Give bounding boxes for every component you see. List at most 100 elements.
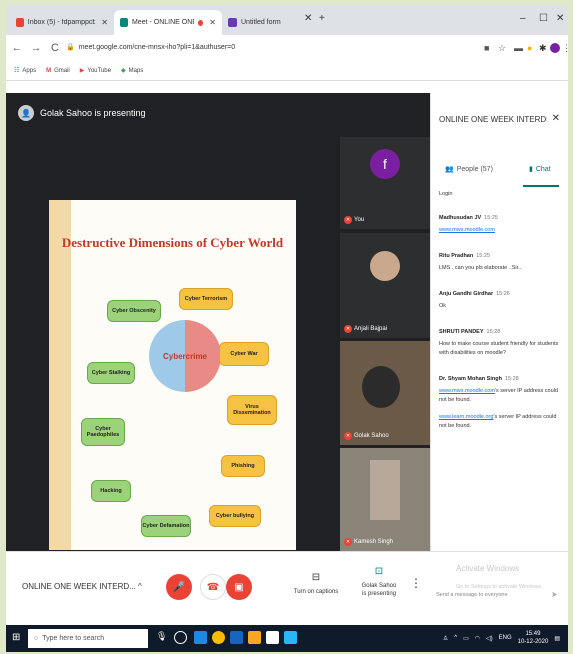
message-author: Ritu Pradhan [439,253,474,259]
tab-meet[interactable]: Meet - ONLINE ONE WEEK ✕ [114,10,222,35]
panel-title: ONLINE ONE WEEK INTERDISCIP... [439,115,547,124]
node-hacking: Hacking [91,480,131,502]
tab-gmail[interactable]: Inbox (5) - fdpamppcbhu@gmail ✕ [10,10,114,35]
recording-icon [197,19,204,26]
windows-start-icon[interactable]: ⊞ [12,632,20,643]
bookmark-maps[interactable]: ◆ Maps [121,67,143,75]
profile-avatar[interactable] [550,43,560,53]
back-icon[interactable]: ← [9,42,25,54]
new-tab-button[interactable]: + [319,13,325,24]
participant-tile-anjali[interactable]: ✕ Anjali Bajpai [340,233,430,338]
close-icon[interactable]: ✕ [304,13,312,24]
meet-controls-bar: ONLINE ONE WEEK INTERD... ^ 🎤 ☎ ▣ ⊟ Turn… [6,551,568,625]
bookmark-youtube[interactable]: ▶ YouTube [79,67,111,75]
camera-off-icon: ▣ [234,581,244,593]
browser-tab-bar: Inbox (5) - fdpamppcbhu@gmail ✕ Meet - O… [6,5,568,35]
gmail-icon: M [46,67,52,74]
message-text: How to make course student friendly for … [439,341,559,356]
notification-icon[interactable]: ▤ [554,635,560,642]
video-feed [362,366,400,408]
reload-icon[interactable]: C [47,42,63,54]
extension-icon[interactable]: ● [527,43,532,53]
participant-tile-kamesh[interactable]: ✕ Kamesh Singh [340,448,430,551]
mic-toggle-button[interactable]: 🎤 [166,574,192,600]
youtube-icon: ▶ [79,68,85,74]
tab-chat[interactable]: ▮ Chat [529,165,551,174]
screen: Inbox (5) - fdpamppcbhu@gmail ✕ Meet - O… [6,5,568,652]
folder-icon[interactable] [248,631,261,644]
word-icon[interactable] [230,631,243,644]
store-icon[interactable] [266,631,279,644]
chat-messages: Login Madhusudan JV 15:25 www.mws.moodle.… [439,191,563,531]
camera-icon[interactable]: ■ [484,43,489,53]
minimize-button[interactable]: – [520,13,526,24]
node-label: Virus Dissemination [233,404,271,416]
message-link[interactable]: www.learn.moodle.org [439,414,493,420]
name-label: Golak Sahoo [354,433,389,439]
close-icon[interactable]: ✕ [101,18,108,27]
node-cyber-bullying: Cyber bullying [209,505,261,527]
bookmark-apps[interactable]: ☷ Apps [14,67,37,75]
presentation-slide: Destructive Dimensions of Cyber World Cy… [49,200,296,550]
url-text: meet.google.com/cne-mnsx-iho?pli=1&authu… [78,44,236,51]
bookmark-label: Apps [22,67,37,74]
chevron-up-icon: ^ [138,582,142,591]
slide-band [49,200,71,550]
node-label: Cyber Stalking [91,370,131,376]
chat-input[interactable]: Send a message to everyone [436,592,508,598]
chat-message-partial: Login [439,191,453,197]
puzzle-icon[interactable]: ✱ [539,43,547,54]
more-options-icon[interactable]: ⋮ [410,576,422,590]
mic-off-icon: ✕ [344,216,352,224]
mail-icon[interactable] [284,631,297,644]
node-cyber-defamation: Cyber Defamation [141,515,191,537]
participant-tile-you[interactable]: f ✕ You [340,137,430,229]
chevron-up-icon[interactable]: ^ [454,635,457,641]
participant-tile-golak[interactable]: ✕ Golak Sahoo [340,341,430,445]
tab-label: Chat [535,165,551,173]
task-view-icon[interactable] [174,631,187,644]
close-icon[interactable]: ✕ [552,113,560,124]
send-icon[interactable]: ➤ [551,590,558,599]
mic-off-icon: ✕ [344,538,352,546]
message-link[interactable]: www.mws.moodle.com [439,227,495,233]
node-label: Hacking [100,488,122,494]
window-close-button[interactable]: ✕ [556,13,564,24]
url-field[interactable]: 🔒 meet.google.com/cne-mnsx-iho?pli=1&auth… [66,39,486,57]
clock[interactable]: 15:49 10-12-2020 [518,630,549,646]
user-icon[interactable]: ♙ [443,635,448,642]
close-icon[interactable]: ✕ [209,18,216,27]
bookmark-label: YouTube [87,67,111,74]
battery-icon[interactable]: ▭ [463,635,469,642]
star-icon[interactable]: ☆ [498,43,506,54]
tab-people[interactable]: 👥 People (57) [445,165,493,174]
extension-icon[interactable]: ▬ [514,43,523,53]
captions-button[interactable]: ⊟ Turn on captions [286,572,346,595]
edge-icon[interactable] [194,631,207,644]
forward-icon[interactable]: → [28,42,44,54]
message-link[interactable]: www.mws.moodle.com [439,388,495,394]
language-indicator[interactable]: ENG [499,635,512,641]
message-author: Anju Gandhi Girdhar [439,291,494,297]
participant-name: ✕ You [344,216,364,224]
meeting-details-button[interactable]: ONLINE ONE WEEK INTERD... ^ [22,582,142,591]
chrome-icon[interactable] [212,631,225,644]
participant-name: ✕ Kamesh Singh [344,538,393,546]
tab-form[interactable]: Untitled form [222,10,310,35]
menu-icon[interactable]: ⋮ [562,43,568,54]
tab-label: People (57) [456,165,493,173]
mic-icon[interactable]: 🎙 [156,631,169,644]
camera-toggle-button[interactable]: ▣ [226,574,252,600]
taskbar-search[interactable]: ○ Type here to search [28,629,148,648]
maximize-button[interactable]: ☐ [539,13,548,24]
center-label: Cybercrime [162,351,208,361]
mic-off-icon: ✕ [344,432,352,440]
present-button[interactable]: ⊡ Golak Sahoo is presenting [350,566,408,597]
node-label: Cyber Obscenity [112,308,156,314]
leave-call-button[interactable]: ☎ [200,574,226,600]
volume-icon[interactable]: ◁) [486,635,493,642]
wifi-icon[interactable]: ◠ [475,635,480,642]
node-label: Phishing [231,463,255,469]
captions-label: Turn on captions [293,589,339,595]
bookmark-gmail[interactable]: M Gmail [46,68,70,74]
